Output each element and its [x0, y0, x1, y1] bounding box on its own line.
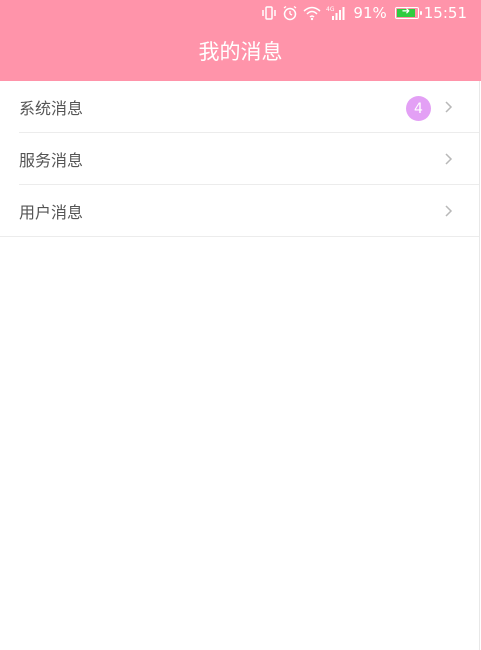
- list-item-system-messages[interactable]: 系统消息 4: [0, 81, 479, 133]
- wifi-icon: [303, 5, 321, 21]
- chevron-right-icon: [445, 101, 453, 113]
- signal-icon: 4G: [326, 5, 346, 21]
- list-item-service-messages[interactable]: 服务消息: [0, 133, 479, 185]
- alarm-icon: [282, 5, 298, 21]
- message-list: 系统消息 4 服务消息 用户消息: [0, 81, 480, 650]
- chevron-right-icon: [445, 205, 453, 217]
- battery-icon: ➜: [394, 6, 422, 19]
- list-item-label: 系统消息: [19, 99, 84, 118]
- list-item-label: 用户消息: [19, 203, 84, 222]
- battery-percent: 91%: [353, 4, 387, 22]
- clock: 15:51: [423, 4, 467, 22]
- unread-badge: 4: [406, 96, 431, 121]
- list-item-label: 服务消息: [19, 151, 84, 170]
- svg-text:4G: 4G: [326, 6, 335, 13]
- page-title: 我的消息: [198, 40, 283, 64]
- list-item-user-messages[interactable]: 用户消息: [0, 185, 479, 237]
- app-header: 4G 91% ➜ 15:51 我的消息: [0, 0, 481, 81]
- vibrate-icon: [261, 5, 277, 21]
- chevron-right-icon: [445, 153, 453, 165]
- status-bar: 4G 91% ➜ 15:51: [261, 3, 467, 23]
